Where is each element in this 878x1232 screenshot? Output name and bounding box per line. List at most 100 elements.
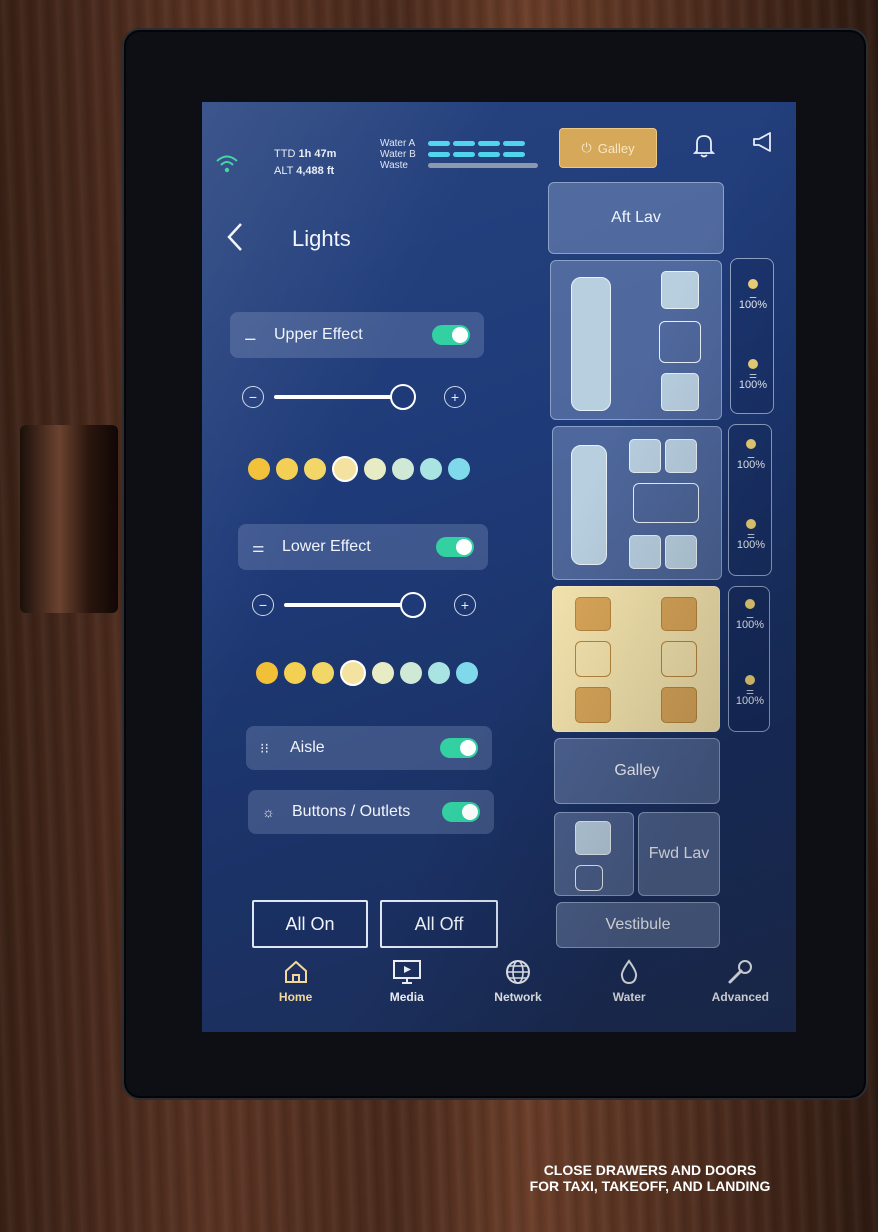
seat xyxy=(661,373,699,411)
aisle-toggle[interactable] xyxy=(440,738,478,758)
sun-icon: ☼ xyxy=(262,804,275,820)
water-b-tank: Water B xyxy=(380,149,538,160)
color-swatch[interactable] xyxy=(428,662,450,684)
color-swatch[interactable] xyxy=(400,662,422,684)
minus-icon[interactable]: − xyxy=(242,386,264,408)
color-swatch[interactable] xyxy=(284,662,306,684)
nav-label: Advanced xyxy=(711,990,770,1004)
light-dot xyxy=(746,439,756,449)
color-swatch[interactable] xyxy=(304,458,326,480)
zone-crew-seat[interactable] xyxy=(554,812,634,896)
mid-cabin-levels[interactable]: ⚊ 100% ⚌ 100% xyxy=(728,424,772,576)
upper-level-value: 100% xyxy=(736,459,766,471)
page-title: Lights xyxy=(292,226,351,251)
lower-light-icon: ⚌ xyxy=(745,686,755,696)
zone-fwd-lav[interactable]: Fwd Lav xyxy=(638,812,720,896)
color-swatch[interactable] xyxy=(392,458,414,480)
color-swatch[interactable] xyxy=(448,458,470,480)
altitude: ALT 4,488 ft xyxy=(274,163,336,180)
light-dot xyxy=(745,599,755,609)
slider-knob[interactable] xyxy=(400,592,426,618)
upper-level: ⚊ 100% xyxy=(733,439,769,471)
slider-knob[interactable] xyxy=(390,384,416,410)
nav-label: Media xyxy=(389,990,424,1004)
zone-vestibule[interactable]: Vestibule xyxy=(556,902,720,948)
seat xyxy=(665,535,697,569)
slider-track[interactable] xyxy=(274,384,416,410)
seat xyxy=(575,687,611,723)
upper-effect-row[interactable]: ⚊ Upper Effect xyxy=(230,312,484,358)
light-dot xyxy=(745,675,755,685)
lower-effect-toggle[interactable] xyxy=(436,537,474,557)
all-on-button[interactable]: All On xyxy=(252,900,368,948)
megaphone-icon[interactable] xyxy=(750,130,776,161)
plus-icon[interactable]: + xyxy=(444,386,466,408)
lower-level: ⚌ 100% xyxy=(732,675,768,707)
back-button[interactable] xyxy=(226,222,244,260)
lower-level-value: 100% xyxy=(736,539,766,551)
color-swatch[interactable] xyxy=(340,660,366,686)
color-swatch[interactable] xyxy=(364,458,386,480)
color-swatch[interactable] xyxy=(420,458,442,480)
nav-media[interactable]: Media xyxy=(362,954,452,1032)
slider-track[interactable] xyxy=(284,592,426,618)
aft-cabin-levels[interactable]: ⚊ 100% ⚌ 100% xyxy=(730,258,774,414)
upper-brightness-slider[interactable]: − + xyxy=(242,384,482,410)
color-swatch[interactable] xyxy=(312,662,334,684)
lower-brightness-slider[interactable]: − + xyxy=(252,592,492,618)
upper-effect-toggle[interactable] xyxy=(432,325,470,345)
zone-galley[interactable]: Galley xyxy=(554,738,720,804)
aisle-row[interactable]: ⁝⁝ Aisle xyxy=(246,726,492,770)
nav-network[interactable]: Network xyxy=(473,954,563,1032)
color-swatch[interactable] xyxy=(456,662,478,684)
buttons-outlets-toggle[interactable] xyxy=(442,802,480,822)
table xyxy=(575,641,611,677)
zone-mid-cabin[interactable] xyxy=(552,426,722,580)
nav-home[interactable]: Home xyxy=(251,954,341,1032)
color-swatch[interactable] xyxy=(248,458,270,480)
minus-icon[interactable]: − xyxy=(252,594,274,616)
buttons-outlets-row[interactable]: ☼ Buttons / Outlets xyxy=(248,790,494,834)
flight-info: TTD 1h 47m ALT 4,488 ft xyxy=(274,146,336,180)
color-swatch[interactable] xyxy=(332,456,358,482)
globe-icon xyxy=(504,954,532,990)
color-swatch[interactable] xyxy=(372,662,394,684)
seat xyxy=(629,439,661,473)
table xyxy=(633,483,699,523)
monitor-icon xyxy=(392,954,422,990)
lower-effect-row[interactable]: ⚌ Lower Effect xyxy=(238,524,488,570)
zone-fwd-cabin[interactable] xyxy=(552,586,720,732)
table xyxy=(575,865,603,891)
galley-button-label: Galley xyxy=(597,140,635,156)
light-dot xyxy=(746,519,756,529)
plus-icon[interactable]: + xyxy=(454,594,476,616)
upper-level: ⚊ 100% xyxy=(735,279,771,311)
home-icon xyxy=(283,954,309,990)
level-segment xyxy=(478,141,500,146)
upper-light-icon: ⚊ xyxy=(745,610,755,620)
all-off-button[interactable]: All Off xyxy=(380,900,498,948)
bottom-navigation: Home Media Network Water Advanced xyxy=(240,954,796,1032)
lower-level: ⚌ 100% xyxy=(733,519,769,551)
galley-power-button[interactable]: ⏻ Galley xyxy=(559,128,657,168)
water-a-tank: Water A xyxy=(380,138,538,149)
color-swatch[interactable] xyxy=(276,458,298,480)
nav-advanced[interactable]: Advanced xyxy=(695,954,785,1032)
tank-label: Water B xyxy=(380,149,416,160)
lower-color-swatches xyxy=(256,660,478,686)
fwd-cabin-levels[interactable]: ⚊ 100% ⚌ 100% xyxy=(728,586,770,732)
lower-light-icon: ⚌ xyxy=(252,538,265,555)
color-swatch[interactable] xyxy=(256,662,278,684)
waste-level-bar xyxy=(428,163,538,168)
table xyxy=(659,321,701,363)
upper-level-value: 100% xyxy=(735,619,765,631)
lower-level-value: 100% xyxy=(735,695,765,707)
ttd-label: TTD xyxy=(274,148,296,160)
bell-icon[interactable] xyxy=(692,132,716,165)
zone-aft-cabin[interactable] xyxy=(550,260,722,420)
seat xyxy=(665,439,697,473)
level-segment xyxy=(478,152,500,157)
zone-aft-lav[interactable]: Aft Lav xyxy=(548,182,724,254)
nav-water[interactable]: Water xyxy=(584,954,674,1032)
level-segment xyxy=(503,152,525,157)
